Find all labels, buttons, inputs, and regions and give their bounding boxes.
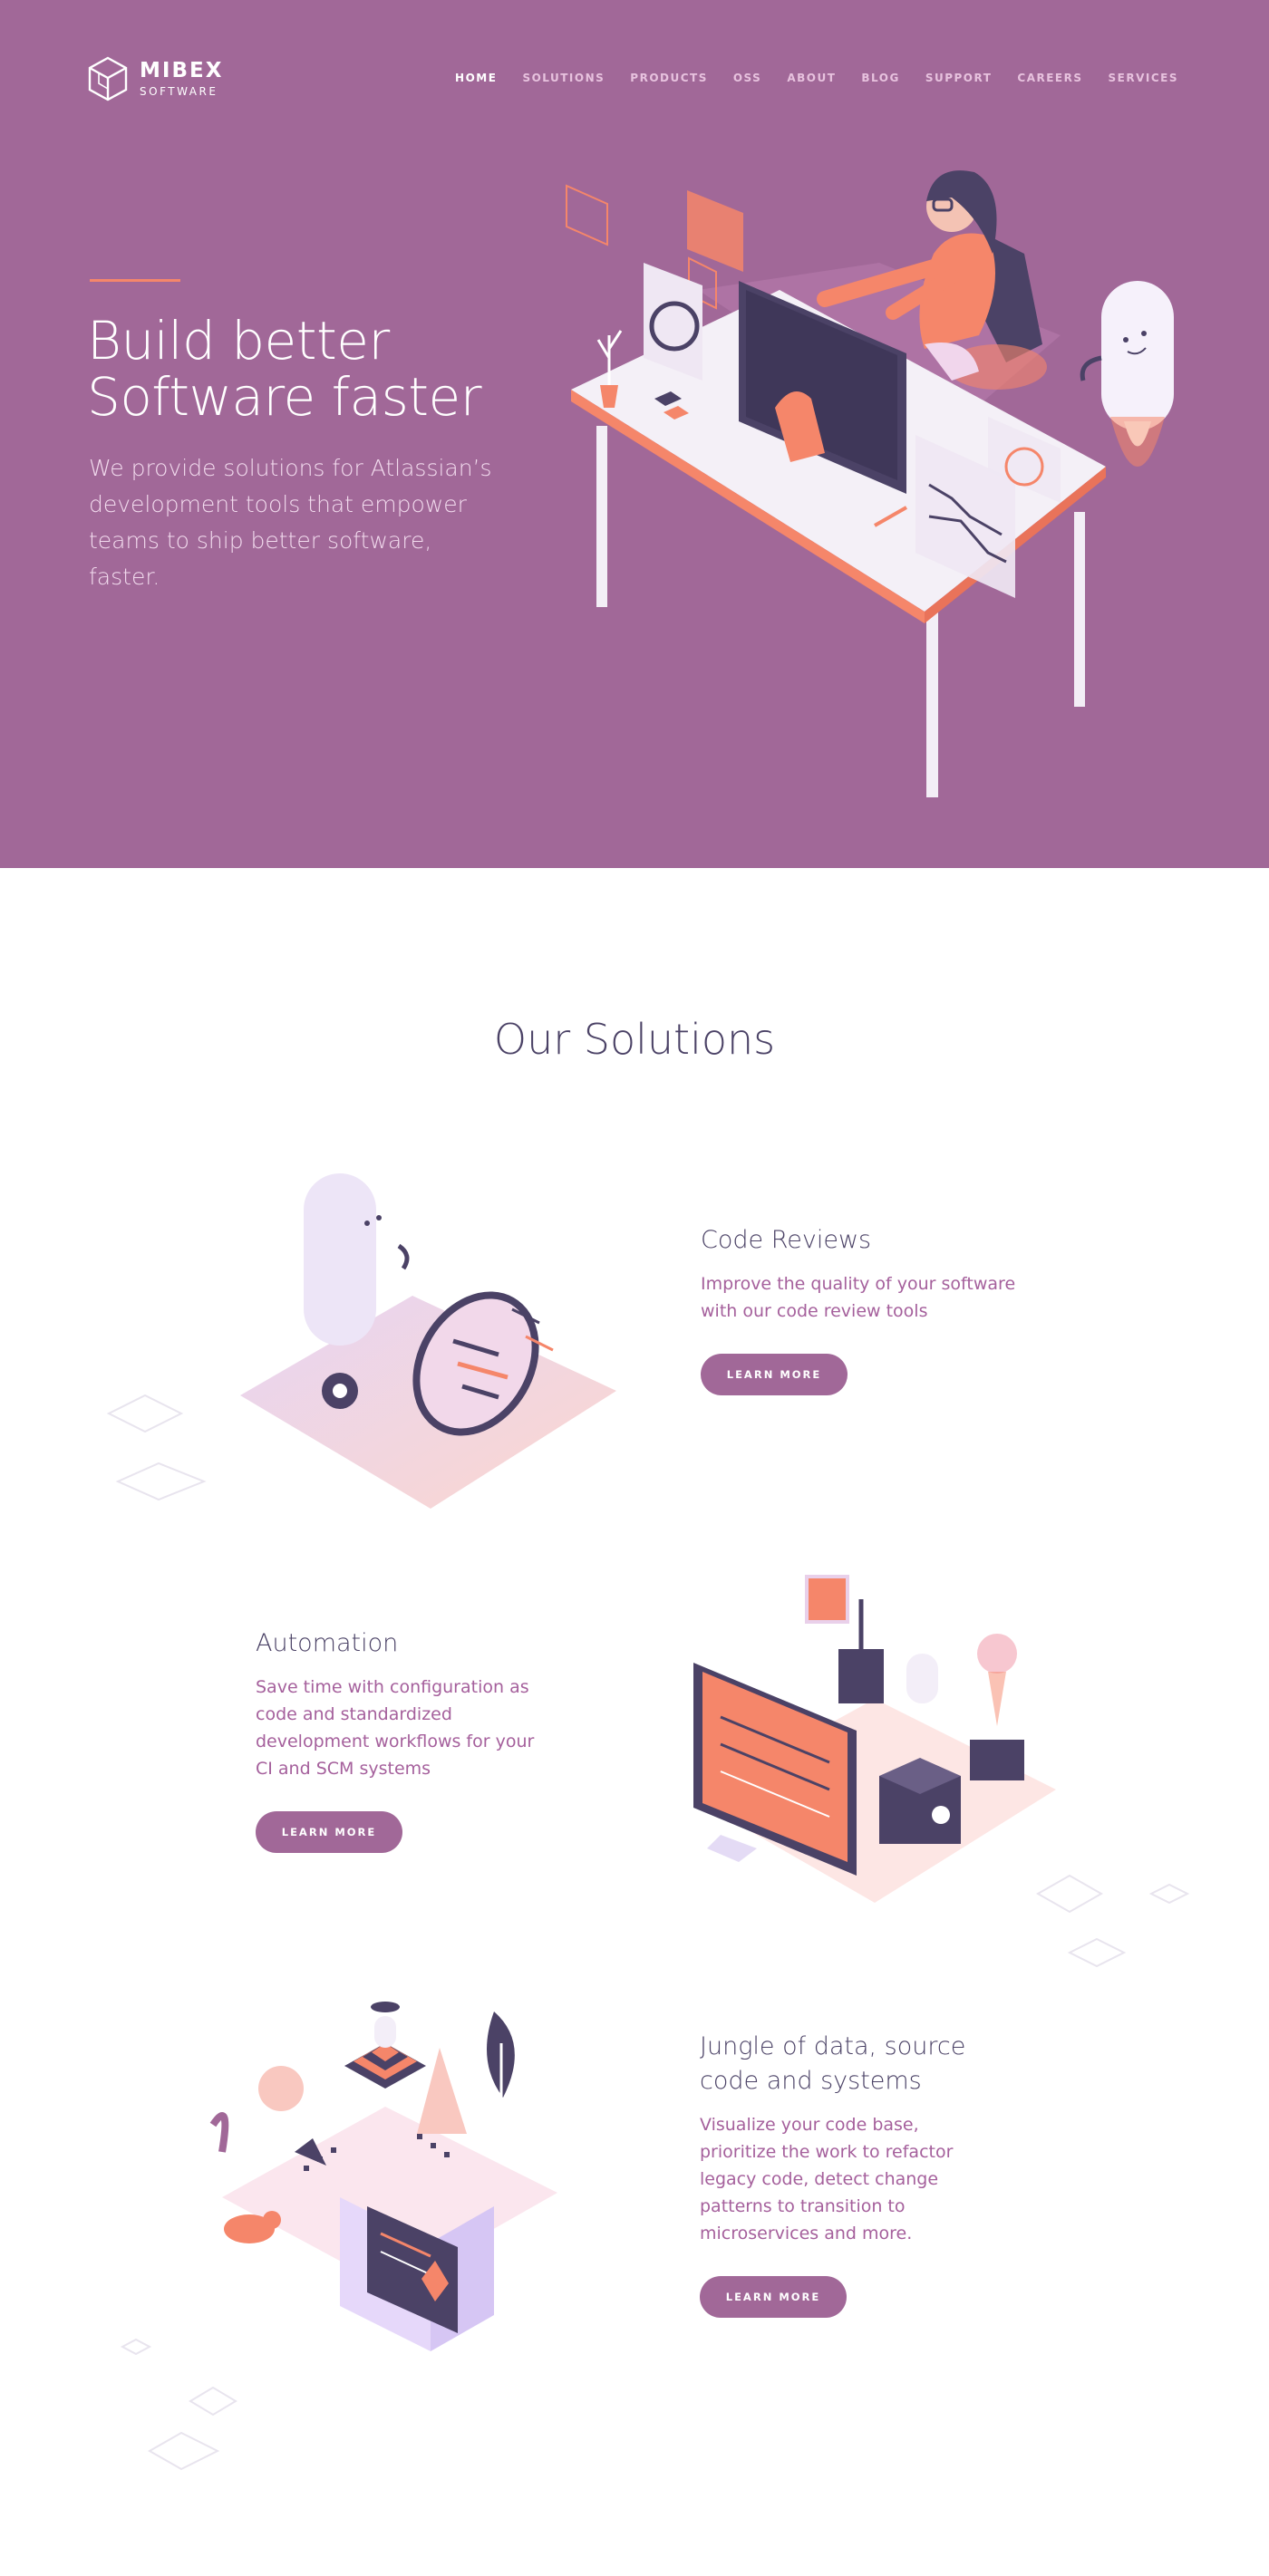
nav-item-careers[interactable]: CAREERS	[1017, 72, 1082, 84]
nav-item-oss[interactable]: OSS	[733, 72, 761, 84]
cube-logo-icon	[88, 56, 128, 101]
brand-logo[interactable]: MIBEX SOFTWARE	[87, 56, 223, 101]
brand-subtitle: SOFTWARE	[140, 85, 218, 98]
nav-item-support[interactable]: SUPPORT	[925, 72, 993, 84]
hero-accent-rule	[90, 279, 180, 282]
solution-code-reviews: Code Reviews Improve the quality of your…	[701, 1223, 1027, 1395]
hero-title-line-1: Build better	[87, 310, 390, 371]
solution-title: Automation	[256, 1629, 399, 1657]
solution-jungle-data: Jungle of data, source code and systems …	[700, 2030, 999, 2318]
developer-desk-illustration	[566, 170, 1174, 797]
automation-illustration	[693, 1575, 1056, 1903]
learn-more-button[interactable]: LEARN MORE	[700, 2276, 847, 2318]
decorative-diamonds	[106, 1394, 207, 1501]
solution-title: Code Reviews	[701, 1226, 872, 1254]
main-nav: HOME SOLUTIONS PRODUCTS OSS ABOUT BLOG S…	[430, 72, 1178, 84]
nav-item-home[interactable]: HOME	[455, 72, 497, 84]
solutions-heading: Our Solutions	[493, 1015, 776, 1064]
solution-description: Improve the quality of your software wit…	[701, 1274, 1016, 1321]
hero-title-line-2: Software faster	[87, 366, 482, 428]
solution-description: Save time with configuration as code and…	[256, 1677, 535, 1779]
hero-description: We provide solutions for Atlassian’s dev…	[89, 455, 492, 590]
nav-item-blog[interactable]: BLOG	[861, 72, 899, 84]
hero-title: Build better Software faster	[87, 313, 595, 425]
nav-item-about[interactable]: ABOUT	[787, 72, 836, 84]
nav-item-solutions[interactable]: SOLUTIONS	[522, 72, 605, 84]
code-reviews-illustration	[240, 1173, 616, 1509]
nav-item-services[interactable]: SERVICES	[1109, 72, 1178, 84]
jungle-data-illustration	[209, 2002, 557, 2351]
learn-more-button[interactable]: LEARN MORE	[256, 1811, 402, 1853]
solution-description: Visualize your code base, prioritize the…	[700, 2115, 954, 2243]
hero-section: MIBEX SOFTWARE HOME SOLUTIONS PRODUCTS O…	[0, 0, 1269, 868]
learn-more-button[interactable]: LEARN MORE	[701, 1354, 848, 1395]
brand-name: MIBEX	[140, 59, 224, 82]
solution-automation: Automation Save time with configuration …	[256, 1626, 555, 1853]
nav-item-products[interactable]: PRODUCTS	[630, 72, 708, 84]
solution-title: Jungle of data, source code and systems	[700, 2032, 966, 2095]
